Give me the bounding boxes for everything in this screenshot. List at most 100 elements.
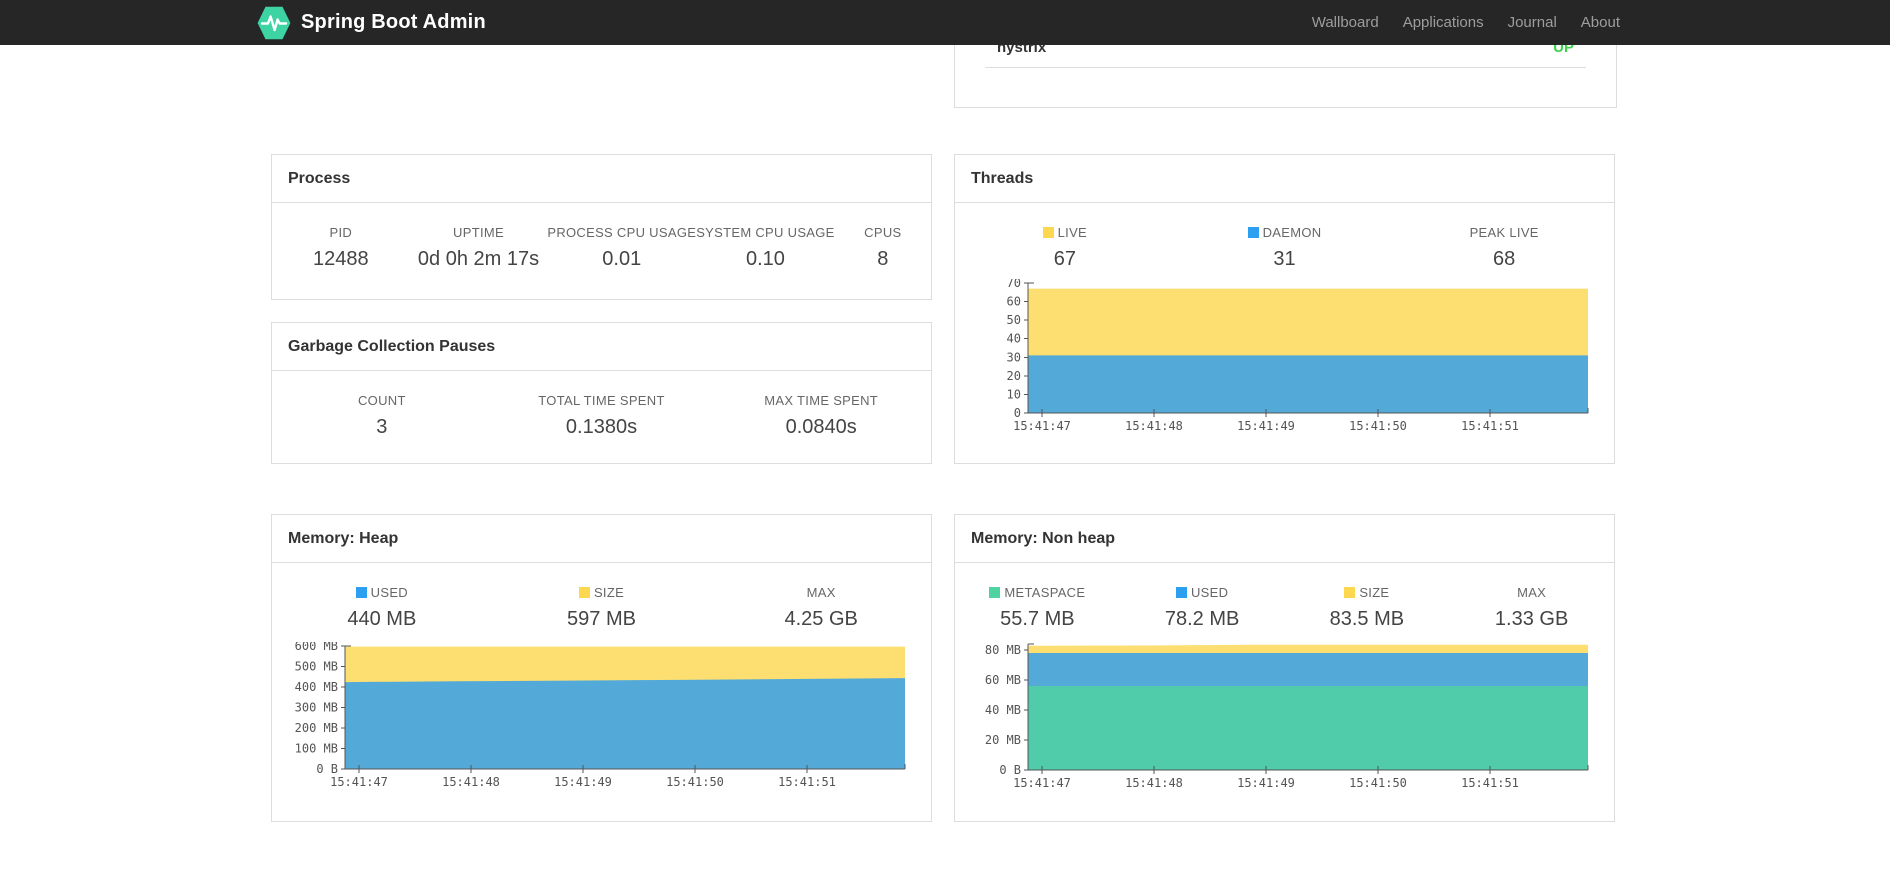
metric-label: DAEMON xyxy=(1175,225,1395,240)
metric-value: 0.10 xyxy=(745,248,785,270)
legend-swatch-daemon xyxy=(1247,227,1259,238)
metric-value: 55.7 MB xyxy=(1000,608,1075,630)
metric-gc-max-time: MAX TIME SPENT 0.0840s xyxy=(711,393,931,439)
svg-text:0: 0 xyxy=(1014,406,1021,420)
svg-text:40: 40 xyxy=(1007,332,1021,346)
svg-text:70: 70 xyxy=(1007,279,1021,290)
legend-swatch-used xyxy=(1175,587,1187,598)
svg-text:15:41:48: 15:41:48 xyxy=(1125,776,1183,790)
svg-text:15:41:47: 15:41:47 xyxy=(330,775,388,789)
metric-gc-total-time: TOTAL TIME SPENT 0.1380s xyxy=(492,393,712,439)
nav-link-journal[interactable]: Journal xyxy=(1496,14,1569,31)
metric-label: SIZE xyxy=(1285,585,1450,600)
metric-value: 31 xyxy=(1273,248,1296,270)
metric-daemon-threads: DAEMON 31 xyxy=(1175,225,1395,271)
process-metrics: PID 12488 UPTIME 0d 0h 2m 17s PROCESS CP… xyxy=(272,203,931,271)
svg-text:15:41:48: 15:41:48 xyxy=(442,775,500,789)
metric-label: PEAK LIVE xyxy=(1469,225,1539,240)
svg-text:60: 60 xyxy=(1007,295,1021,309)
svg-text:0 B: 0 B xyxy=(316,762,338,776)
metric-label: USED xyxy=(272,585,492,600)
metric-value: 4.25 GB xyxy=(784,608,858,630)
heap-card-header: Memory: Heap xyxy=(272,515,931,563)
svg-text:600 MB: 600 MB xyxy=(295,642,338,653)
metric-value: 1.33 GB xyxy=(1494,608,1569,630)
svg-text:15:41:47: 15:41:47 xyxy=(1013,419,1071,433)
svg-text:500 MB: 500 MB xyxy=(295,660,338,674)
svg-text:15:41:49: 15:41:49 xyxy=(554,775,612,789)
metric-label: UPTIME xyxy=(453,225,504,240)
metric-value: 8 xyxy=(877,248,889,270)
metric-live-threads: LIVE 67 xyxy=(955,225,1175,271)
legend-swatch-used xyxy=(355,587,367,598)
svg-text:15:41:47: 15:41:47 xyxy=(1013,776,1071,790)
svg-text:400 MB: 400 MB xyxy=(295,680,338,694)
garbage-collection-card: Garbage Collection Pauses COUNT 3 TOTAL … xyxy=(271,322,932,464)
nav-link-applications[interactable]: Applications xyxy=(1391,14,1496,31)
threads-card-header: Threads xyxy=(955,155,1614,203)
nav-link-wallboard[interactable]: Wallboard xyxy=(1300,14,1391,31)
metric-value: 68 xyxy=(1493,248,1516,270)
metric-nonheap-max: MAX 1.33 GB xyxy=(1449,585,1614,631)
svg-text:10: 10 xyxy=(1007,387,1021,401)
nav-link-about[interactable]: About xyxy=(1569,14,1632,31)
svg-text:15:41:48: 15:41:48 xyxy=(1125,419,1183,433)
metric-label: MAX xyxy=(806,585,836,600)
card-title: Garbage Collection Pauses xyxy=(288,338,496,355)
metric-value: 12488 xyxy=(313,248,369,270)
memory-nonheap-card: Memory: Non heap METASPACE 55.7 MB USED … xyxy=(954,514,1615,822)
svg-text:200 MB: 200 MB xyxy=(295,721,338,735)
metric-value: 83.5 MB xyxy=(1329,608,1405,630)
metric-value: 440 MB xyxy=(347,608,417,630)
svg-text:15:41:51: 15:41:51 xyxy=(778,775,836,789)
svg-text:100 MB: 100 MB xyxy=(295,742,338,756)
brand-title: Spring Boot Admin xyxy=(301,11,486,33)
gc-metrics: COUNT 3 TOTAL TIME SPENT 0.1380s MAX TIM… xyxy=(272,371,931,439)
metric-label: MAX TIME SPENT xyxy=(764,393,879,408)
threads-card: Threads LIVE 67 DAEMON 31 PEAK LIVE 68 0… xyxy=(954,154,1615,464)
nav-links: Wallboard Applications Journal About xyxy=(1300,0,1632,45)
metric-gc-count: COUNT 3 xyxy=(272,393,492,439)
metric-label: SIZE xyxy=(492,585,712,600)
metric-pid: PID 12488 xyxy=(272,225,410,271)
navbar: Spring Boot Admin Wallboard Applications… xyxy=(0,0,1890,45)
metric-label: CPUS xyxy=(864,225,902,240)
metric-label: SYSTEM CPU USAGE xyxy=(696,225,835,240)
metric-label: PROCESS CPU USAGE xyxy=(547,225,697,240)
svg-text:15:41:50: 15:41:50 xyxy=(666,775,724,789)
svg-text:15:41:49: 15:41:49 xyxy=(1237,419,1295,433)
legend-swatch-live xyxy=(1042,227,1054,238)
svg-text:20 MB: 20 MB xyxy=(985,733,1021,747)
svg-text:15:41:51: 15:41:51 xyxy=(1461,776,1519,790)
heap-legend: USED 440 MB SIZE 597 MB MAX 4.25 GB xyxy=(272,563,931,631)
card-title: Threads xyxy=(971,170,1034,187)
card-title: Memory: Heap xyxy=(288,530,399,547)
nonheap-legend: METASPACE 55.7 MB USED 78.2 MB SIZE 83.5… xyxy=(955,563,1614,631)
metric-label: PID xyxy=(329,225,353,240)
brand[interactable]: Spring Boot Admin xyxy=(257,0,486,45)
svg-text:300 MB: 300 MB xyxy=(295,701,338,715)
metric-peak-live-threads: PEAK LIVE 68 xyxy=(1394,225,1614,271)
metric-uptime: UPTIME 0d 0h 2m 17s xyxy=(410,225,548,271)
svg-text:80 MB: 80 MB xyxy=(985,643,1021,657)
svg-text:20: 20 xyxy=(1007,369,1021,383)
gc-card-header: Garbage Collection Pauses xyxy=(272,323,931,371)
threads-chart: 0 10 20 30 40 50 60 70 15:41:47 15:41:48 15:41:49 1… xyxy=(955,276,1600,444)
metric-label: TOTAL TIME SPENT xyxy=(538,393,665,408)
legend-swatch-size xyxy=(578,587,590,598)
metric-label: COUNT xyxy=(357,393,406,408)
metric-label: LIVE xyxy=(955,225,1175,240)
svg-text:30: 30 xyxy=(1007,350,1021,364)
metric-value: 78.2 MB xyxy=(1164,608,1240,630)
svg-text:50: 50 xyxy=(1007,313,1021,327)
metric-value: 0.01 xyxy=(602,248,642,270)
metric-value: 0d 0h 2m 17s xyxy=(417,248,540,270)
svg-text:15:41:49: 15:41:49 xyxy=(1237,776,1295,790)
metric-label: MAX xyxy=(1517,585,1547,600)
svg-text:15:41:51: 15:41:51 xyxy=(1461,419,1519,433)
metric-value: 0.0840s xyxy=(785,416,857,438)
metric-value: 67 xyxy=(1053,248,1076,270)
legend-swatch-metaspace xyxy=(989,587,1001,598)
metric-metaspace: METASPACE 55.7 MB xyxy=(955,585,1120,631)
card-title: Memory: Non heap xyxy=(971,530,1116,547)
